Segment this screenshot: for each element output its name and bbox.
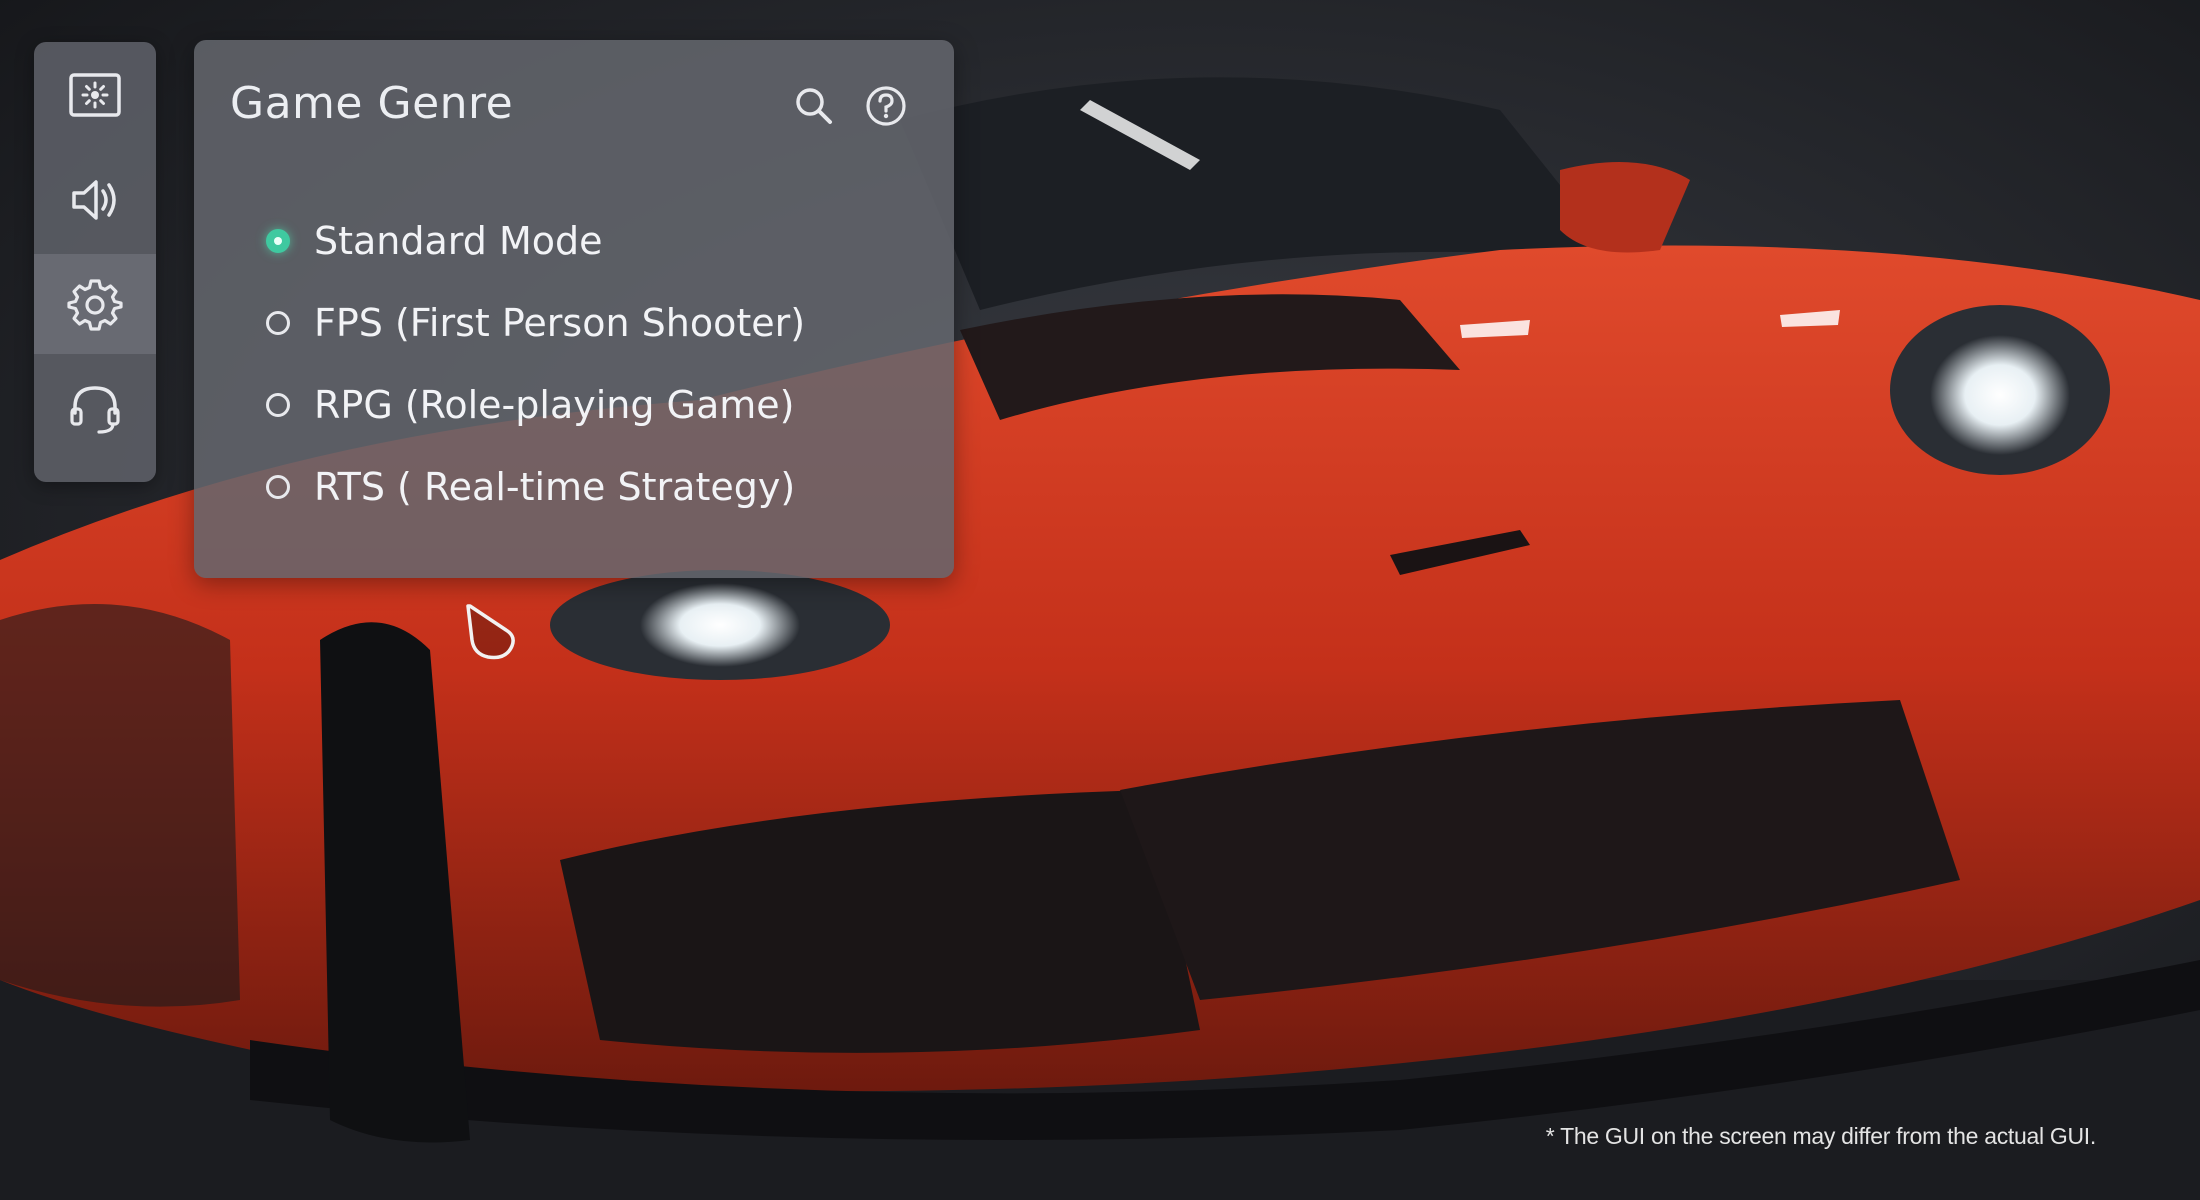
radio-button-selected[interactable] — [266, 229, 290, 253]
speaker-icon — [72, 180, 116, 220]
radio-button[interactable] — [266, 311, 290, 335]
option-standard-mode[interactable]: Standard Mode — [266, 200, 805, 282]
picture-mode-button[interactable] — [34, 46, 156, 146]
genre-options: Standard Mode FPS (First Person Shooter)… — [266, 200, 805, 528]
option-label: RTS ( Real-time Strategy) — [314, 465, 796, 509]
picture-icon — [69, 73, 121, 117]
radio-button[interactable] — [266, 475, 290, 499]
quick-settings-rail — [34, 42, 156, 482]
sound-button[interactable] — [34, 150, 156, 250]
option-rts[interactable]: RTS ( Real-time Strategy) — [266, 446, 805, 528]
help-icon — [866, 86, 906, 126]
option-label: RPG (Role-playing Game) — [314, 383, 795, 427]
option-label: Standard Mode — [314, 219, 603, 263]
gear-icon — [67, 279, 123, 331]
panel-title: Game Genre — [230, 78, 514, 129]
search-icon — [796, 88, 832, 124]
general-settings-button[interactable] — [34, 254, 156, 354]
game-genre-panel: Game Genre Standard Mode FPS (First Pers… — [194, 40, 954, 578]
disclaimer-text: * The GUI on the screen may differ from … — [1545, 1123, 2097, 1149]
headset-icon — [70, 386, 120, 434]
search-button[interactable] — [790, 82, 838, 130]
option-label: FPS (First Person Shooter) — [314, 301, 806, 345]
pointer-cursor-icon — [466, 604, 515, 660]
option-rpg[interactable]: RPG (Role-playing Game) — [266, 364, 805, 446]
support-button[interactable] — [34, 358, 156, 458]
help-button[interactable] — [862, 82, 910, 130]
radio-button[interactable] — [266, 393, 290, 417]
option-fps[interactable]: FPS (First Person Shooter) — [266, 282, 805, 364]
